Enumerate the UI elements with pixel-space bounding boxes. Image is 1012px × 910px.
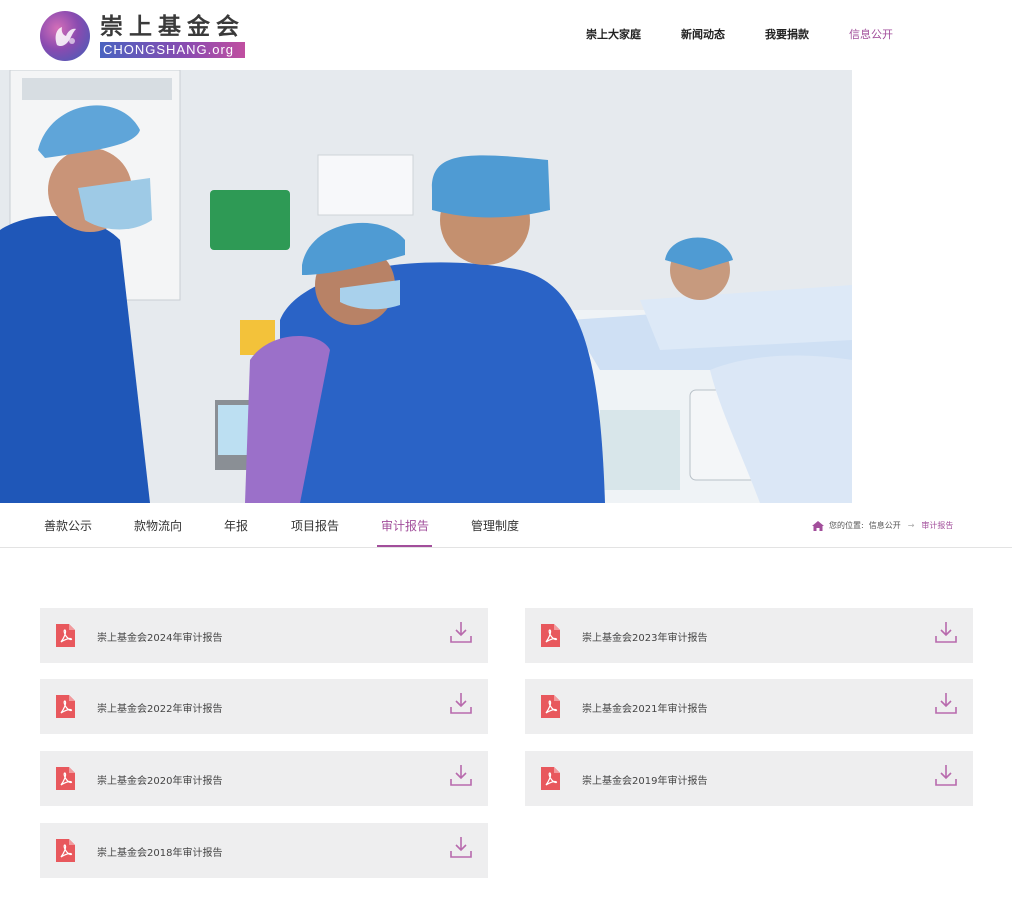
download-icon[interactable] <box>935 621 957 644</box>
tab-management-rules[interactable]: 管理制度 <box>471 517 519 534</box>
site-logo[interactable]: 崇上基金会 CHONGSHANG.org <box>40 10 250 62</box>
site-header: 崇上基金会 CHONGSHANG.org 崇上大家庭 新闻动态 我要捐款 信息公… <box>0 0 1012 70</box>
report-title: 崇上基金会2022年审计报告 <box>97 704 223 715</box>
breadcrumb-arrow-icon: → <box>907 521 915 530</box>
download-icon[interactable] <box>450 836 472 859</box>
section-tabs: 善款公示 款物流向 年报 项目报告 审计报告 管理制度 您的位置: 信息公开 →… <box>0 503 1012 548</box>
report-card[interactable]: 崇上基金会2024年审计报告 <box>40 608 488 663</box>
report-title: 崇上基金会2020年审计报告 <box>97 776 223 787</box>
pdf-icon <box>541 695 560 718</box>
pdf-icon <box>56 624 75 647</box>
download-icon[interactable] <box>450 692 472 715</box>
report-card[interactable]: 崇上基金会2018年审计报告 <box>40 823 488 878</box>
nav-item-disclosure[interactable]: 信息公开 <box>849 26 893 42</box>
report-title: 崇上基金会2024年审计报告 <box>97 633 223 644</box>
logo-emblem-icon <box>40 11 90 61</box>
report-card[interactable]: 崇上基金会2020年审计报告 <box>40 751 488 806</box>
pdf-icon <box>56 839 75 862</box>
active-tab-indicator <box>377 545 432 547</box>
logo-chinese-name: 崇上基金会 <box>100 14 245 40</box>
download-icon[interactable] <box>450 764 472 787</box>
report-card[interactable]: 崇上基金会2022年审计报告 <box>40 679 488 734</box>
pdf-icon <box>56 695 75 718</box>
nav-item-donate[interactable]: 我要捐款 <box>765 26 809 42</box>
breadcrumb-parent[interactable]: 信息公开 <box>869 520 901 531</box>
report-card[interactable]: 崇上基金会2021年审计报告 <box>525 679 973 734</box>
download-icon[interactable] <box>450 621 472 644</box>
report-card[interactable]: 崇上基金会2023年审计报告 <box>525 608 973 663</box>
report-card[interactable]: 崇上基金会2019年审计报告 <box>525 751 973 806</box>
report-title: 崇上基金会2018年审计报告 <box>97 848 223 859</box>
pdf-icon <box>541 624 560 647</box>
tab-donation-disclosure[interactable]: 善款公示 <box>44 517 92 534</box>
breadcrumb-current: 审计报告 <box>921 521 954 530</box>
nav-item-family[interactable]: 崇上大家庭 <box>586 26 641 42</box>
tab-project-report[interactable]: 项目报告 <box>291 517 339 534</box>
report-title: 崇上基金会2023年审计报告 <box>582 633 708 644</box>
main-nav: 崇上大家庭 新闻动态 我要捐款 信息公开 <box>586 26 933 42</box>
report-title: 崇上基金会2021年审计报告 <box>582 704 708 715</box>
hero-photo-illustration <box>0 70 852 503</box>
breadcrumb-prefix: 您的位置: <box>829 521 864 530</box>
report-title: 崇上基金会2019年审计报告 <box>582 776 708 787</box>
tab-audit-report[interactable]: 审计报告 <box>381 517 429 534</box>
pdf-icon <box>56 767 75 790</box>
tab-fund-flow[interactable]: 款物流向 <box>134 517 182 534</box>
hero-banner-image <box>0 70 852 503</box>
breadcrumb: 您的位置: 信息公开 → 审计报告 <box>812 520 953 531</box>
download-icon[interactable] <box>935 764 957 787</box>
logo-english-name: CHONGSHANG.org <box>100 42 245 58</box>
nav-item-news[interactable]: 新闻动态 <box>681 26 725 42</box>
tab-annual-report[interactable]: 年报 <box>224 517 248 534</box>
pdf-icon <box>541 767 560 790</box>
download-icon[interactable] <box>935 692 957 715</box>
home-icon <box>812 520 824 531</box>
